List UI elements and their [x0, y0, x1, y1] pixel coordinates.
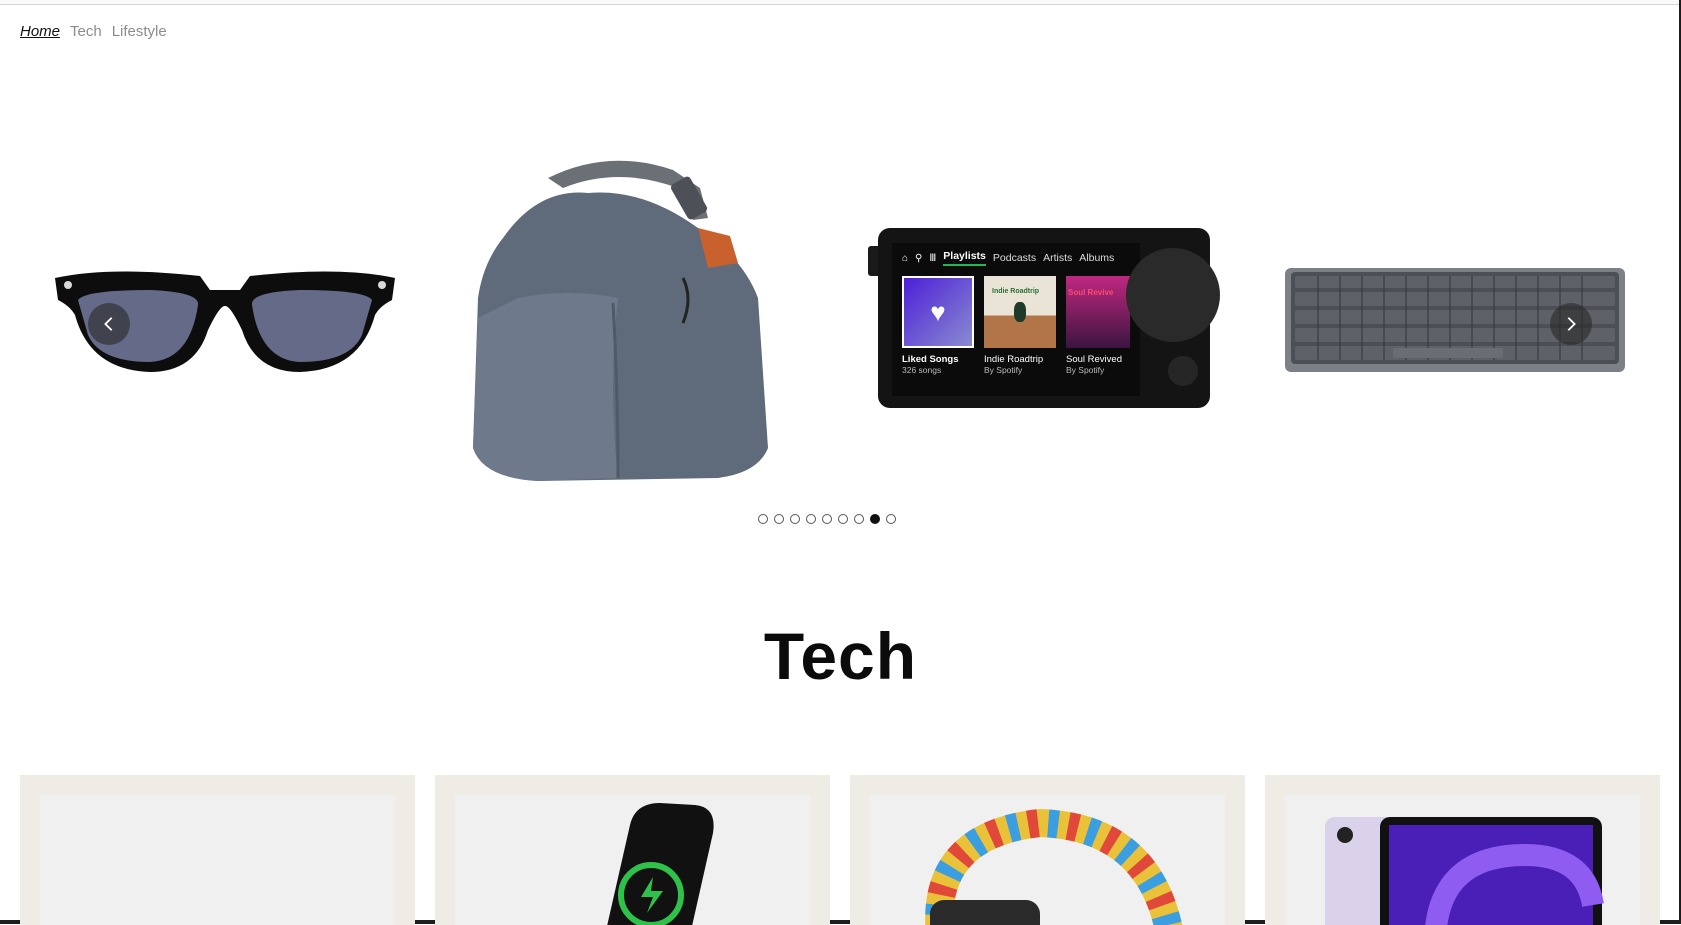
- carousel-dot[interactable]: [806, 514, 816, 524]
- product-image-placeholder: [40, 795, 395, 925]
- tab-podcasts[interactable]: Podcasts: [993, 252, 1036, 264]
- section-title-tech: Tech: [763, 619, 918, 693]
- tree-shape: [1014, 302, 1026, 322]
- product-card[interactable]: [20, 775, 415, 925]
- tile-subtitle: 326 songs: [902, 365, 942, 375]
- carousel-dot[interactable]: [758, 514, 768, 524]
- carousel-prev-button[interactable]: [88, 303, 130, 345]
- art-label: Indie Roadtrip: [992, 288, 1040, 295]
- carousel-dot[interactable]: [822, 514, 832, 524]
- nav-link-home[interactable]: Home: [20, 23, 60, 40]
- product-card-charger[interactable]: [435, 775, 830, 925]
- browser-top-border: [0, 0, 1681, 5]
- product-image: [455, 795, 810, 925]
- soul-revived-art: Soul Revive: [1066, 276, 1130, 348]
- playlist-tiles: ♥ Liked Songs 326 songs Indie Roadtrip I…: [892, 266, 1140, 375]
- playlist-tile[interactable]: Indie Roadtrip Indie Roadtrip By Spotify: [984, 276, 1058, 375]
- carousel-pagination: [758, 514, 896, 524]
- carousel-dot[interactable]: [790, 514, 800, 524]
- ipad-image: [1325, 817, 1604, 925]
- tab-playlists[interactable]: Playlists: [943, 250, 986, 266]
- slide-car-thing[interactable]: ⌂ ⚲ Ⅲ Playlists Podcasts Artists Albums …: [868, 228, 1224, 410]
- slide-rolltop-bag[interactable]: [468, 148, 808, 498]
- tab-albums[interactable]: Albums: [1079, 252, 1114, 264]
- product-card-ipad[interactable]: [1265, 775, 1660, 925]
- library-icon[interactable]: Ⅲ: [929, 253, 936, 264]
- carousel-dot[interactable]: [774, 514, 784, 524]
- player-tab-bar: ⌂ ⚲ Ⅲ Playlists Podcasts Artists Albums: [892, 243, 1140, 266]
- chevron-right-icon: [1567, 317, 1576, 331]
- carousel-dot[interactable]: [854, 514, 864, 524]
- playlist-tile[interactable]: ♥ Liked Songs 326 songs: [902, 276, 976, 375]
- nav-link-lifestyle[interactable]: Lifestyle: [112, 23, 167, 40]
- tile-title: Indie Roadtrip: [984, 354, 1044, 365]
- product-image: [1285, 795, 1640, 925]
- art-label: Soul Revive: [1068, 288, 1114, 297]
- watch-band-image: [925, 808, 1183, 925]
- product-card-watch-band[interactable]: [850, 775, 1245, 925]
- category-nav: Home Tech Lifestyle: [20, 23, 167, 40]
- car-thing-dial[interactable]: [1126, 248, 1220, 342]
- tile-title: Liked Songs: [902, 354, 959, 365]
- tile-title: Soul Revived: [1066, 354, 1122, 365]
- carousel-dot-active[interactable]: [870, 514, 880, 524]
- liked-songs-art: ♥: [902, 276, 974, 348]
- indie-roadtrip-art: Indie Roadtrip: [984, 276, 1056, 348]
- carousel-dot[interactable]: [838, 514, 848, 524]
- product-grid: [20, 775, 1660, 925]
- bag-image: [473, 160, 768, 481]
- carousel-dot[interactable]: [886, 514, 896, 524]
- chevron-left-icon: [104, 317, 113, 331]
- nav-link-tech[interactable]: Tech: [70, 23, 102, 40]
- heart-icon: ♥: [930, 296, 946, 327]
- home-icon[interactable]: ⌂: [902, 253, 908, 264]
- car-thing-device: ⌂ ⚲ Ⅲ Playlists Podcasts Artists Albums …: [868, 228, 1224, 410]
- car-thing-body: ⌂ ⚲ Ⅲ Playlists Podcasts Artists Albums …: [878, 228, 1220, 408]
- tab-artists[interactable]: Artists: [1043, 252, 1072, 264]
- search-icon[interactable]: ⚲: [915, 253, 922, 264]
- playlist-tile[interactable]: Soul Revive Soul Revived By Spotify: [1066, 276, 1130, 375]
- phone-charger-image: [607, 803, 714, 925]
- car-thing-back-button[interactable]: [1168, 356, 1198, 386]
- tile-subtitle: By Spotify: [1066, 365, 1105, 375]
- tile-subtitle: By Spotify: [984, 365, 1023, 375]
- hero-carousel: ⌂ ⚲ Ⅲ Playlists Podcasts Artists Albums …: [0, 120, 1681, 520]
- car-thing-screen: ⌂ ⚲ Ⅲ Playlists Podcasts Artists Albums …: [892, 243, 1140, 396]
- product-image: [870, 795, 1225, 925]
- carousel-next-button[interactable]: [1550, 303, 1592, 345]
